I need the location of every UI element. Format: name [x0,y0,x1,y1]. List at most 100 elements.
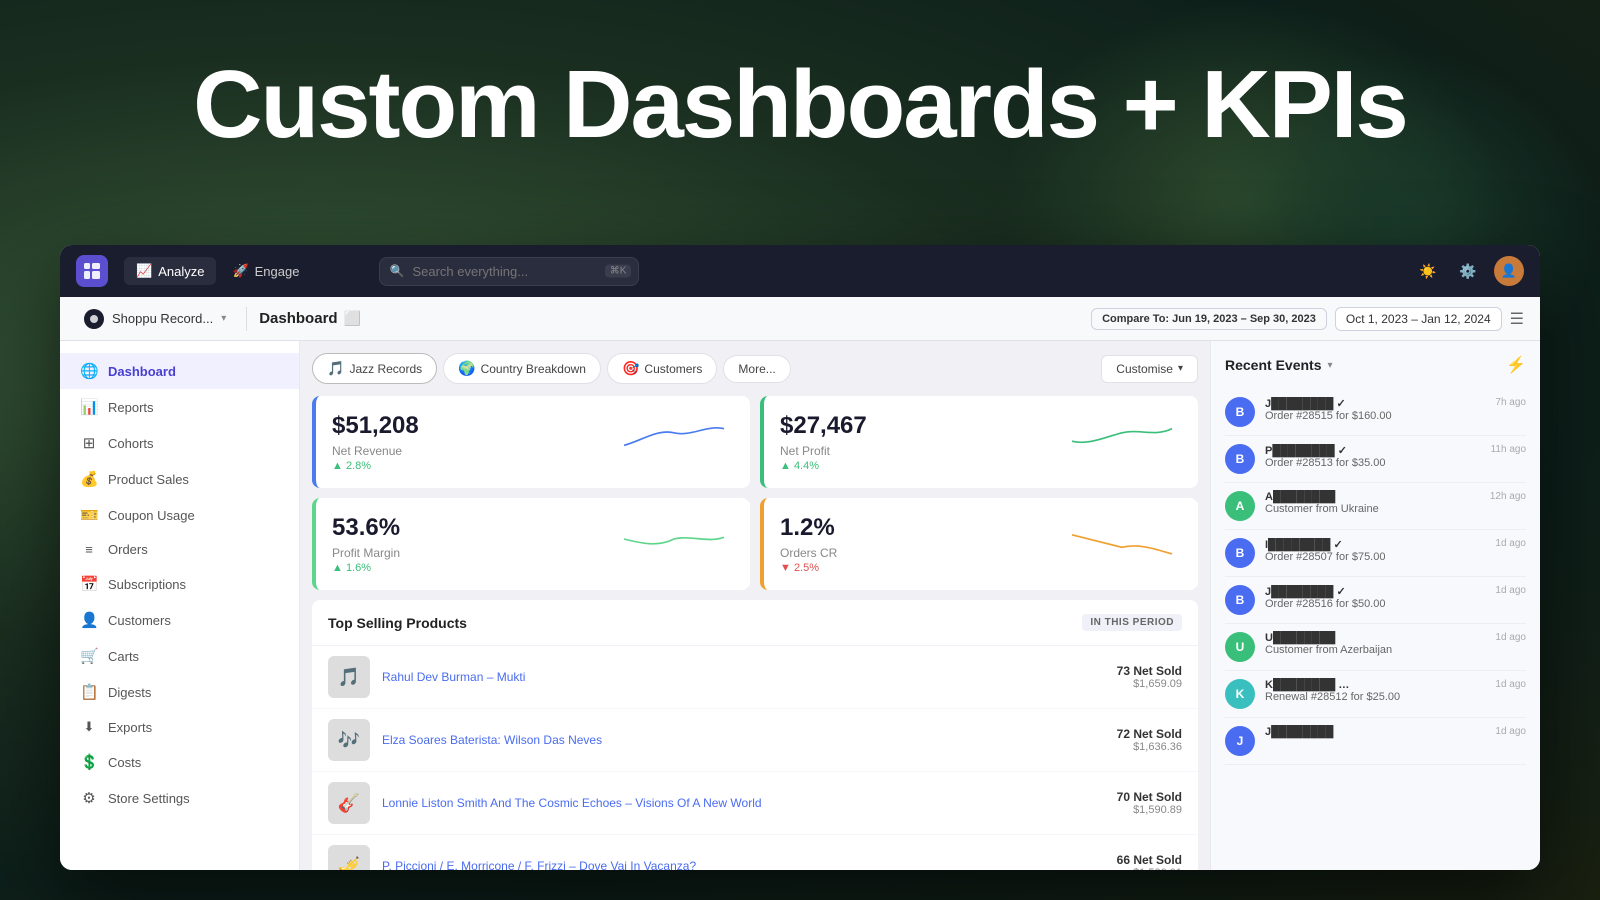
kpi-net-profit-info: $27,467 Net Profit ▲ 4.4% [780,412,867,472]
subbar-divider [246,307,247,331]
tab-country-breakdown[interactable]: 🌍 Country Breakdown [443,353,601,384]
event-avatar-1: B [1225,444,1255,474]
event-avatar-6: K [1225,679,1255,709]
menu-icon[interactable]: ☰ [1510,309,1524,329]
kpi-net-profit-change: ▲ 4.4% [780,460,867,472]
event-avatar-3: B [1225,538,1255,568]
exports-icon: ⬇ [80,719,98,735]
sidebar-label-store-settings: Store Settings [108,791,190,806]
event-name-0: J████████ ✓ [1265,397,1485,410]
event-time-5: 1d ago [1495,632,1526,643]
customers-tab-icon: 🎯 [622,360,639,377]
sidebar-label-coupon: Coupon Usage [108,508,195,523]
user-avatar[interactable]: 👤 [1494,256,1524,286]
tab-more[interactable]: More... [723,355,790,383]
event-item-4: B J████████ ✓ Order #28516 for $50.00 1d… [1225,577,1526,624]
hero-title: Custom Dashboards + KPIs [0,55,1600,156]
orders-icon: ≡ [80,542,98,557]
subbar-right: Compare To: Jun 19, 2023 – Sep 30, 2023 … [1091,307,1524,331]
settings-icon[interactable]: ⚙️ [1454,257,1482,285]
recent-events-header: Recent Events ▾ ⚡ [1225,355,1526,375]
event-content-2: A████████ Customer from Ukraine [1265,491,1480,515]
nav-engage[interactable]: 🚀 Engage [220,257,311,285]
sidebar: 🌐 Dashboard 📊 Reports ⊞ Cohorts 💰 Produc… [60,341,300,870]
sidebar-item-dashboard[interactable]: 🌐 Dashboard [60,353,299,389]
sun-icon[interactable]: ☀️ [1414,257,1442,285]
tab-customers[interactable]: 🎯 Customers [607,353,717,384]
event-avatar-7: J [1225,726,1255,756]
sidebar-item-coupon-usage[interactable]: 🎫 Coupon Usage [60,497,299,533]
kpi-net-profit: $27,467 Net Profit ▲ 4.4% [760,396,1198,488]
kpi-net-profit-sparkline [1062,412,1182,462]
recent-chevron-icon: ▾ [1327,360,1332,371]
product-name-2[interactable]: Lonnie Liston Smith And The Cosmic Echoe… [382,795,1105,812]
kpi-orders-cr-info: 1.2% Orders CR ▼ 2.5% [780,514,837,574]
sidebar-item-cohorts[interactable]: ⊞ Cohorts [60,425,299,461]
sidebar-item-customers[interactable]: 👤 Customers [60,602,299,638]
jazz-tab-icon: 🎵 [327,360,344,377]
sidebar-item-product-sales[interactable]: 💰 Product Sales [60,461,299,497]
product-row-3: 🎺 P. Piccioni / E. Morricone / F. Frizzi… [312,835,1198,870]
topbar-nav: 📈 Analyze 🚀 Engage [124,257,311,285]
nav-analyze[interactable]: 📈 Analyze [124,257,216,285]
date-range[interactable]: Oct 1, 2023 – Jan 12, 2024 [1335,307,1502,331]
sidebar-item-orders[interactable]: ≡ Orders [60,533,299,566]
kpi-orders-cr-value: 1.2% [780,514,837,542]
tab-jazz-records[interactable]: 🎵 Jazz Records [312,353,437,384]
product-stats-3: 66 Net Sold $1,500.01 [1117,853,1182,870]
product-thumb-2: 🎸 [328,782,370,824]
dashboard-label: Dashboard ⬜ [259,310,361,327]
kpi-net-revenue-sparkline [614,412,734,462]
product-name-3[interactable]: P. Piccioni / E. Morricone / F. Frizzi –… [382,858,1105,870]
event-detail-0: Order #28515 for $160.00 [1265,410,1485,422]
event-item-6: K K████████ … Renewal #28512 for $25.00 … [1225,671,1526,718]
topbar: 📈 Analyze 🚀 Engage 🔍 ⌘K ☀️ ⚙️ 👤 [60,245,1540,297]
event-time-4: 1d ago [1495,585,1526,596]
product-revenue-0: $1,659.09 [1117,678,1182,690]
search-input[interactable] [379,257,639,286]
event-content-1: P████████ ✓ Order #28513 for $35.00 [1265,444,1481,469]
sidebar-item-costs[interactable]: 💲 Costs [60,744,299,780]
product-revenue-3: $1,500.01 [1117,867,1182,870]
store-chevron-icon: ▾ [221,313,226,324]
product-name-1[interactable]: Elza Soares Baterista: Wilson Das Neves [382,732,1105,749]
event-item-5: U U████████ Customer from Azerbaijan 1d … [1225,624,1526,671]
sidebar-item-digests[interactable]: 📋 Digests [60,674,299,710]
sidebar-label-product-sales: Product Sales [108,472,189,487]
event-content-6: K████████ … Renewal #28512 for $25.00 [1265,679,1485,703]
event-name-5: U████████ [1265,632,1485,644]
event-name-3: I████████ ✓ [1265,538,1485,551]
engage-icon: 🚀 [232,263,248,279]
product-name-0[interactable]: Rahul Dev Burman – Mukti [382,669,1105,686]
compare-range: Jun 19, 2023 – Sep 30, 2023 [1172,313,1316,325]
kpi-net-revenue-label: Net Revenue [332,444,419,458]
product-sold-2: 70 Net Sold [1117,790,1182,804]
kpi-net-profit-value: $27,467 [780,412,867,440]
products-title: Top Selling Products [328,615,467,631]
sidebar-item-carts[interactable]: 🛒 Carts [60,638,299,674]
dashboard-nav-icon: 🌐 [80,362,98,380]
sidebar-label-costs: Costs [108,755,141,770]
event-detail-2: Customer from Ukraine [1265,503,1480,515]
store-selector[interactable]: Shoppu Record... ▾ [76,305,234,333]
analyze-icon: 📈 [136,263,152,279]
recent-events-title: Recent Events [1225,357,1321,373]
event-detail-5: Customer from Azerbaijan [1265,644,1485,656]
customise-button[interactable]: Customise ▾ [1101,355,1198,383]
customers-tab-label: Customers [644,362,702,376]
sidebar-label-orders: Orders [108,542,148,557]
product-thumb-0: 🎵 [328,656,370,698]
sidebar-item-reports[interactable]: 📊 Reports [60,389,299,425]
sidebar-item-store-settings[interactable]: ⚙ Store Settings [60,780,299,816]
kpi-orders-cr: 1.2% Orders CR ▼ 2.5% [760,498,1198,590]
right-panel: Recent Events ▾ ⚡ B J████████ ✓ Order #2… [1210,341,1540,870]
kpi-profit-margin-label: Profit Margin [332,546,400,560]
search-container: 🔍 ⌘K [379,257,639,286]
subbar: Shoppu Record... ▾ Dashboard ⬜ Compare T… [60,297,1540,341]
event-time-7: 1d ago [1495,726,1526,737]
product-thumb-3: 🎺 [328,845,370,870]
sidebar-item-exports[interactable]: ⬇ Exports [60,710,299,744]
sidebar-item-subscriptions[interactable]: 📅 Subscriptions [60,566,299,602]
store-name: Shoppu Record... [112,311,213,326]
customers-icon: 👤 [80,611,98,629]
